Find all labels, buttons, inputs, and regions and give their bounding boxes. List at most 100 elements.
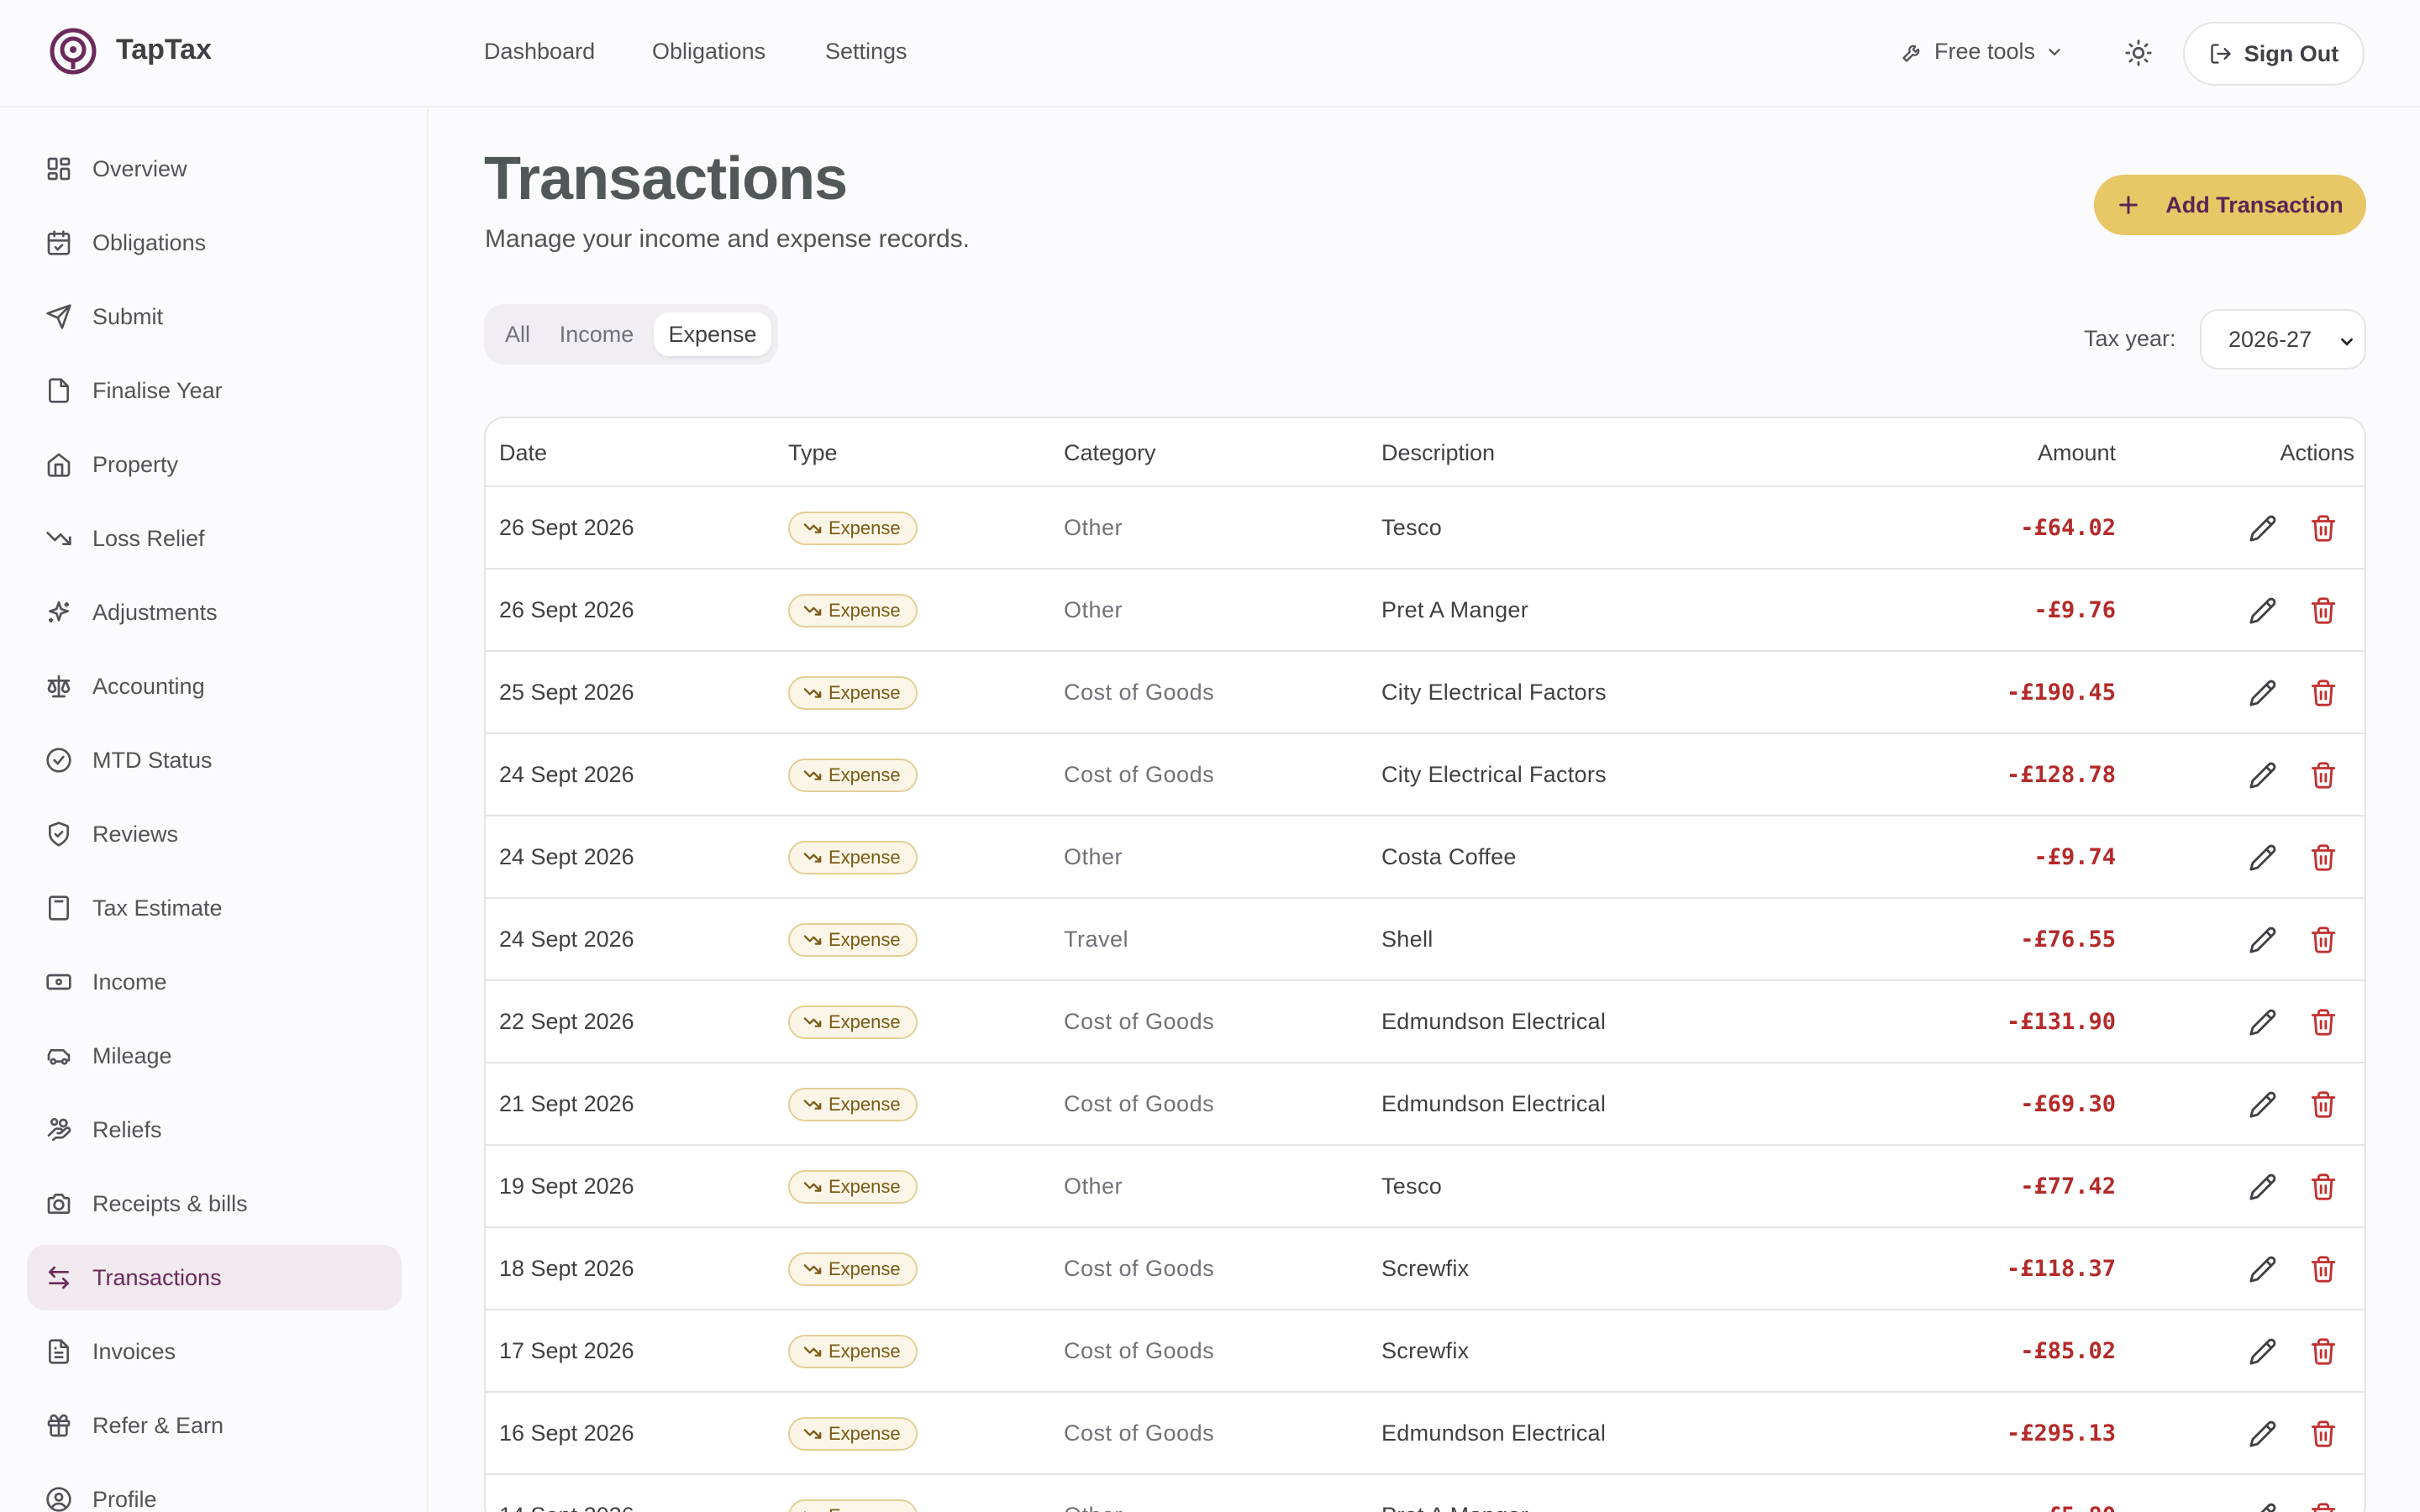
trash-icon[interactable] [2309, 1008, 2338, 1037]
edit-pencil-icon[interactable] [2249, 514, 2277, 543]
table-row: 19 Sept 2026 Expense Other Tesco -£77.42 [486, 1146, 2365, 1228]
nav-dashboard[interactable]: Dashboard [484, 39, 595, 65]
edit-pencil-icon[interactable] [2249, 926, 2277, 954]
cell-category: Cost of Goods [1064, 1091, 1215, 1116]
cell-date: 26 Sept 2026 [499, 597, 634, 622]
edit-pencil-icon[interactable] [2249, 1420, 2277, 1448]
edit-pencil-icon[interactable] [2249, 761, 2277, 790]
sidebar-item-profile[interactable]: Profile [27, 1467, 402, 1512]
edit-pencil-icon[interactable] [2249, 1090, 2277, 1119]
type-badge: Expense [788, 1170, 918, 1204]
type-badge: Expense [788, 512, 918, 545]
sign-out-button[interactable]: Sign Out [2183, 22, 2365, 86]
sidebar-item-label: Finalise Year [92, 377, 223, 403]
trash-icon[interactable] [2309, 679, 2338, 707]
sidebar-item-label: Refer & Earn [92, 1412, 224, 1438]
column-header-category: Category [1064, 440, 1156, 465]
taptax-logo-icon[interactable] [49, 27, 97, 76]
sidebar-item-invoices[interactable]: Invoices [27, 1319, 402, 1384]
cell-category: Other [1064, 844, 1123, 869]
sidebar-item-tax-estimate[interactable]: Tax Estimate [27, 875, 402, 941]
sidebar: Overview Obligations Submit Finalise Yea… [0, 108, 429, 1512]
sidebar-item-overview[interactable]: Overview [27, 136, 402, 202]
tab-all[interactable]: All [494, 312, 541, 356]
cell-date: 14 Sept 2026 [499, 1503, 634, 1512]
tab-expense[interactable]: Expense [654, 312, 771, 356]
edit-pencil-icon[interactable] [2249, 1337, 2277, 1366]
logout-icon [2211, 44, 2231, 64]
top-header: TapTax Dashboard Obligations Settings Fr… [0, 0, 2420, 108]
sidebar-item-mtd-status[interactable]: MTD Status [27, 727, 402, 793]
cell-date: 19 Sept 2026 [499, 1173, 634, 1199]
table-row: 14 Sept 2026 Expense Other Pret A Manger -£5… [486, 1475, 2365, 1512]
trash-icon[interactable] [2309, 1090, 2338, 1119]
tab-income[interactable]: Income [551, 312, 642, 356]
trash-icon[interactable] [2309, 1420, 2338, 1448]
trash-icon[interactable] [2309, 1502, 2338, 1512]
type-badge-label: Expense [829, 1011, 901, 1032]
sidebar-item-adjustments[interactable]: Adjustments [27, 580, 402, 645]
trash-icon[interactable] [2309, 596, 2338, 625]
free-tools-dropdown[interactable]: Free tools [1901, 39, 2064, 65]
trash-icon[interactable] [2309, 1255, 2338, 1284]
cell-amount: -£5.80 [2033, 1503, 2116, 1512]
tax-year-value: 2026-27 [2228, 326, 2312, 352]
type-badge-label: Expense [829, 1423, 901, 1444]
type-filter-tabs: All Income Expense [484, 304, 778, 365]
trash-icon[interactable] [2309, 1173, 2338, 1201]
cell-amount: -£85.02 [2020, 1338, 2116, 1364]
trash-icon[interactable] [2309, 761, 2338, 790]
cell-category: Cost of Goods [1064, 680, 1215, 705]
type-badge: Expense [788, 841, 918, 874]
cell-category: Cost of Goods [1064, 762, 1215, 787]
transactions-table: Date Type Category Description Amount Ac… [484, 417, 2366, 1512]
sidebar-item-mileage[interactable]: Mileage [27, 1023, 402, 1089]
type-badge-label: Expense [829, 1176, 901, 1197]
edit-pencil-icon[interactable] [2249, 596, 2277, 625]
trash-icon[interactable] [2309, 514, 2338, 543]
brand-name[interactable]: TapTax [116, 34, 212, 66]
type-badge: Expense [788, 1252, 918, 1286]
add-transaction-button[interactable]: Add Transaction [2094, 175, 2366, 235]
sidebar-item-loss-relief[interactable]: Loss Relief [27, 506, 402, 571]
sidebar-item-refer-earn[interactable]: Refer & Earn [27, 1393, 402, 1458]
edit-pencil-icon[interactable] [2249, 1502, 2277, 1512]
trash-icon[interactable] [2309, 926, 2338, 954]
sidebar-item-finalise-year[interactable]: Finalise Year [27, 358, 402, 423]
edit-pencil-icon[interactable] [2249, 1173, 2277, 1201]
trending-down-icon [803, 1017, 822, 1027]
edit-pencil-icon[interactable] [2249, 1255, 2277, 1284]
cell-category: Cost of Goods [1064, 1009, 1215, 1034]
cell-description: Screwfix [1381, 1256, 1470, 1281]
trending-down-icon [803, 1264, 822, 1274]
cell-description: Costa Coffee [1381, 844, 1517, 869]
trash-icon[interactable] [2309, 1337, 2338, 1366]
edit-pencil-icon[interactable] [2249, 1008, 2277, 1037]
nav-obligations[interactable]: Obligations [652, 39, 765, 65]
sidebar-item-property[interactable]: Property [27, 432, 402, 497]
sidebar-item-reviews[interactable]: Reviews [27, 801, 402, 867]
sidebar-item-income[interactable]: Income [27, 949, 402, 1015]
calendar-check-icon [47, 230, 71, 255]
trending-down-icon [803, 523, 822, 533]
sidebar-item-transactions[interactable]: Transactions [27, 1245, 402, 1310]
cell-category: Other [1064, 597, 1123, 622]
cell-date: 25 Sept 2026 [499, 680, 634, 705]
nav-settings[interactable]: Settings [825, 39, 908, 65]
edit-pencil-icon[interactable] [2249, 843, 2277, 872]
sidebar-item-accounting[interactable]: Accounting [27, 654, 402, 719]
car-icon [47, 1049, 71, 1065]
edit-pencil-icon[interactable] [2249, 679, 2277, 707]
sidebar-item-submit[interactable]: Submit [27, 284, 402, 349]
trending-down-icon [803, 853, 822, 863]
trash-icon[interactable] [2309, 843, 2338, 872]
sidebar-item-label: MTD Status [92, 747, 213, 773]
sun-icon[interactable] [2124, 39, 2153, 67]
tax-year-select[interactable]: 2026-27 [2200, 309, 2366, 370]
table-row: 22 Sept 2026 Expense Cost of Goods Edmundso… [486, 981, 2365, 1063]
sidebar-item-reliefs[interactable]: Reliefs [27, 1097, 402, 1163]
cell-amount: -£64.02 [2020, 515, 2116, 541]
sidebar-item-receipts-bills[interactable]: Receipts & bills [27, 1171, 402, 1236]
cell-amount: -£118.37 [2006, 1256, 2116, 1282]
sidebar-item-obligations[interactable]: Obligations [27, 210, 402, 276]
